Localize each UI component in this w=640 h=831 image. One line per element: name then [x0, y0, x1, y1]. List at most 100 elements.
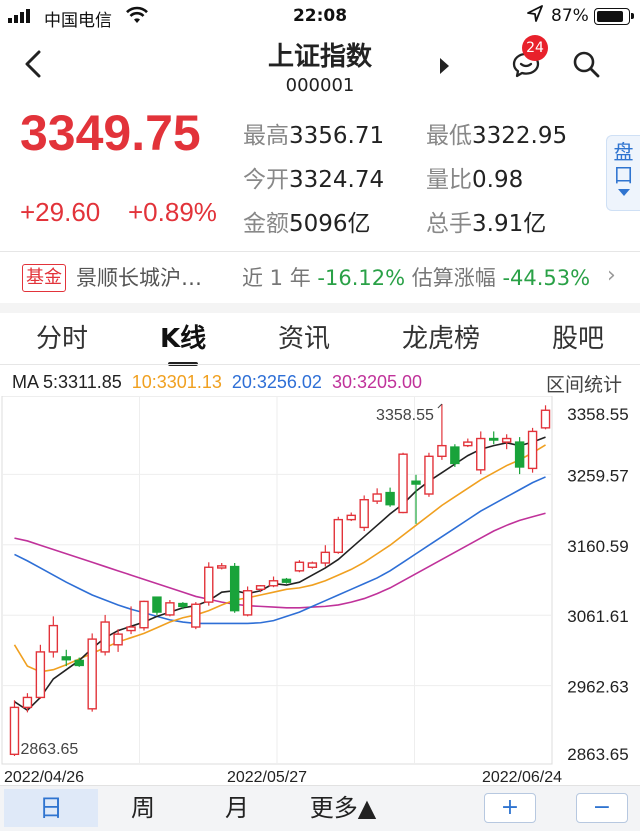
- candle-body: [398, 453, 408, 514]
- candle-body: [411, 480, 421, 485]
- candle-body: [113, 633, 123, 646]
- fund-period-label: 近 1 年: [242, 266, 311, 290]
- battery-icon: [594, 8, 634, 25]
- candle-body: [372, 493, 382, 502]
- fund-period-value: -16.12%: [317, 266, 406, 290]
- caret-down-icon: [617, 189, 630, 196]
- y-tick-label: 2863.65: [567, 745, 628, 764]
- zoom-out-button[interactable]: −: [576, 793, 628, 823]
- fund-estimate-label: 估算涨幅: [411, 266, 496, 290]
- stat-open: 今开3324.74: [243, 167, 385, 193]
- stat-volume-ratio: 量比0.98: [426, 167, 524, 193]
- stock-code: 000001: [285, 75, 355, 96]
- candle-body: [204, 566, 214, 603]
- battery-fill: [597, 11, 623, 22]
- y-tick-label: 3358.55: [567, 405, 628, 424]
- price-change: +29.60: [20, 197, 101, 227]
- search-button[interactable]: [572, 50, 600, 78]
- candle-body: [488, 437, 499, 441]
- divider: [0, 364, 640, 365]
- divider: [0, 251, 640, 252]
- candle-body: [501, 437, 512, 443]
- fund-performance[interactable]: 近 1 年 -16.12% 估算涨幅 -44.53%: [242, 264, 590, 292]
- y-tick-label: 3061.61: [567, 607, 628, 626]
- divider: [0, 303, 640, 313]
- ma30-line: [14, 512, 546, 609]
- candle-body: [514, 441, 525, 468]
- candle-body: [527, 430, 538, 470]
- message-badge: 24: [522, 35, 548, 61]
- y-tick-label: 3160.59: [567, 537, 628, 556]
- y-tick-label: 3259.57: [567, 466, 628, 485]
- order-book-toggle[interactable]: 盘口: [606, 135, 640, 211]
- ma10-value: 10:3301.13: [131, 372, 222, 392]
- next-stock-button[interactable]: [440, 58, 449, 74]
- x-tick-label: 2022/05/27: [227, 769, 307, 785]
- location-icon: [527, 5, 543, 28]
- candle-body: [333, 518, 344, 554]
- chevron-right-icon[interactable]: ›: [607, 263, 616, 288]
- low-annotation: 2863.65: [20, 741, 78, 758]
- ma30-value: 30:3205.00: [331, 372, 423, 392]
- candle-body: [165, 602, 175, 616]
- price-change-percent: +0.89%: [128, 197, 217, 227]
- candle-body: [87, 638, 97, 710]
- high-annotation: 3358.55: [376, 407, 434, 424]
- content-tabs: 分时 K线 资讯 龙虎榜 股吧: [0, 314, 640, 364]
- tab-news[interactable]: 资讯: [278, 314, 330, 364]
- fund-name-link[interactable]: 景顺长城沪…: [76, 264, 202, 292]
- candle-body: [476, 437, 486, 471]
- candle-body: [152, 596, 162, 613]
- candle-body: [385, 491, 395, 506]
- tab-forum[interactable]: 股吧: [552, 314, 604, 364]
- interval-stats-button[interactable]: 区间统计: [546, 370, 622, 397]
- period-month[interactable]: 月: [190, 789, 284, 827]
- ma5-value: MA 5:3311.85: [12, 372, 122, 392]
- candle-body: [61, 656, 72, 661]
- zoom-in-button[interactable]: +: [484, 793, 536, 823]
- battery-percent: 87%: [551, 6, 589, 26]
- y-tick-label: 2962.63: [567, 678, 628, 697]
- candle-body: [242, 590, 253, 616]
- x-tick-label: 2022/04/26: [4, 769, 84, 785]
- tab-minute[interactable]: 分时: [36, 314, 88, 364]
- ma20-value: 20:3256.02: [231, 372, 322, 392]
- current-price: 3349.75: [20, 105, 201, 161]
- candle-body: [307, 562, 318, 568]
- candle-body: [255, 585, 266, 591]
- candle-body: [229, 565, 240, 612]
- candle-body: [463, 441, 473, 447]
- candle-body: [268, 580, 279, 587]
- candle-body: [346, 514, 356, 521]
- candle-body: [424, 455, 434, 495]
- candle-body: [359, 498, 369, 529]
- ma-legend: MA 5:3311.85 10:3301.13 20:3256.02 30:3205.…: [12, 372, 432, 393]
- fund-estimate-value: -44.53%: [502, 266, 591, 290]
- candle-body: [100, 621, 110, 653]
- candle-body: [48, 624, 59, 653]
- candle-body: [281, 578, 292, 583]
- candle-body: [216, 565, 227, 569]
- ma10-line: [13, 444, 546, 673]
- candle-body: [139, 600, 149, 629]
- tab-kline[interactable]: K线: [160, 314, 206, 364]
- tab-dragon-tiger[interactable]: 龙虎榜: [402, 314, 480, 364]
- fund-tag: 基金: [22, 264, 66, 292]
- period-day[interactable]: 日: [4, 789, 98, 827]
- period-week[interactable]: 周: [96, 789, 190, 827]
- candle-body: [540, 409, 551, 429]
- stat-low: 最低3322.95: [426, 123, 568, 149]
- search-icon: [573, 51, 600, 78]
- kline-chart[interactable]: 3358.55 3259.57 3160.59 3061.61 2962.63 2863.…: [0, 396, 640, 785]
- candle-body: [294, 561, 305, 572]
- candle-body: [178, 602, 188, 608]
- stat-turnover: 金额5096亿: [243, 211, 371, 237]
- status-bar: 中国电信 22:08 87%: [0, 0, 640, 34]
- period-more[interactable]: 更多▲: [288, 789, 398, 827]
- ma20-line: [14, 476, 546, 625]
- candle-body: [9, 706, 20, 756]
- x-tick-label: 2022/06/24: [482, 769, 562, 785]
- candle-body: [22, 696, 33, 709]
- order-book-label: 盘口: [613, 140, 634, 187]
- stat-high: 最高3356.71: [243, 123, 385, 149]
